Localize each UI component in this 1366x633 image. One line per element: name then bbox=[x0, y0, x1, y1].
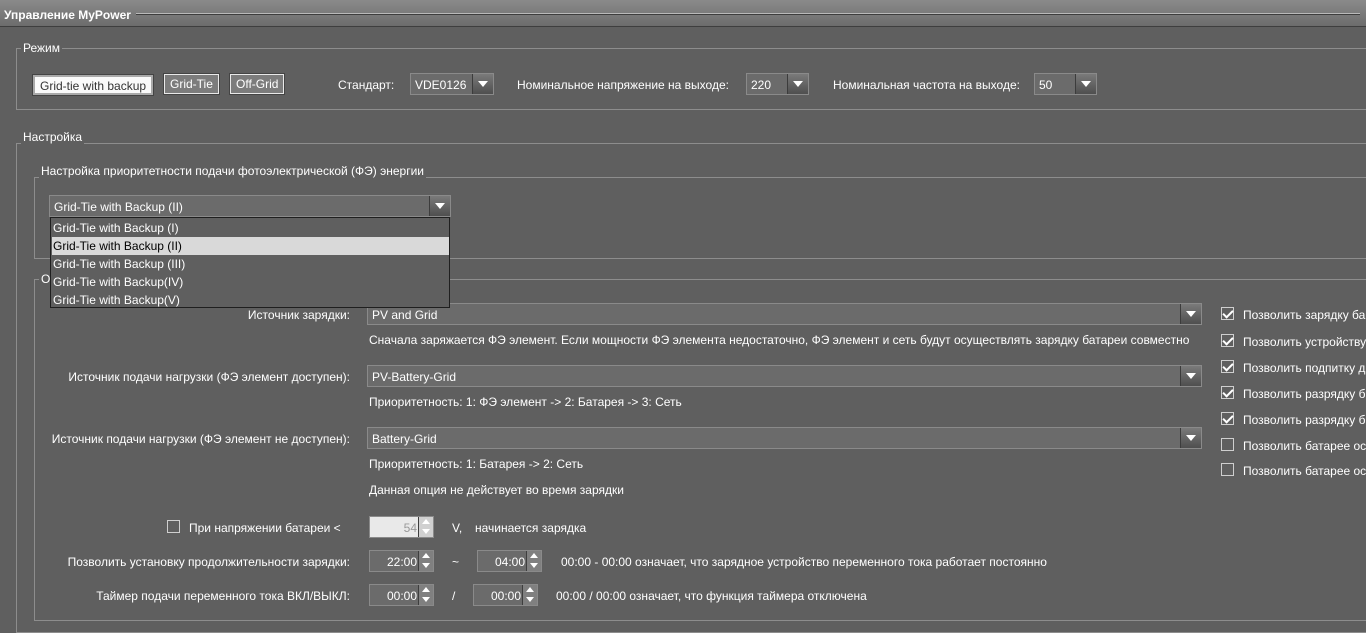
standard-label: Стандарт: bbox=[338, 78, 395, 92]
voltage-select[interactable]: 220 bbox=[746, 73, 809, 95]
load-nopv-note: Данная опция не действует во время заряд… bbox=[369, 483, 624, 497]
dropdown-option-selected[interactable]: Grid-Tie with Backup (II) bbox=[52, 237, 449, 255]
voltage-label: Номинальное напряжение на выходе: bbox=[517, 78, 729, 92]
frequency-label: Номинальная частота на выходе: bbox=[833, 78, 1020, 92]
option-checkbox-6[interactable] bbox=[1221, 438, 1234, 451]
chevron-down-icon[interactable] bbox=[1075, 74, 1096, 94]
priority-dropdown-list: Grid-Tie with Backup (I) Grid-Tie with B… bbox=[50, 217, 450, 308]
timer-from-value: 00:00 bbox=[386, 589, 417, 603]
chevron-down-icon[interactable] bbox=[787, 74, 808, 94]
titlebar-rule bbox=[136, 13, 1360, 15]
option-checkbox-4[interactable] bbox=[1221, 386, 1234, 399]
standard-select[interactable]: VDE0126 bbox=[410, 73, 494, 95]
option-checkbox-7[interactable] bbox=[1221, 463, 1234, 476]
option-checkbox-1[interactable] bbox=[1221, 307, 1234, 320]
load-pv-label: Источник подачи нагрузки (ФЭ элемент дос… bbox=[68, 370, 350, 384]
dropdown-option[interactable]: Grid-Tie with Backup (III) bbox=[52, 255, 449, 273]
battery-voltage-label: При напряжении батареи < bbox=[189, 521, 341, 535]
window-titlebar: Управление MyPower bbox=[0, 0, 1366, 27]
dropdown-option[interactable]: Grid-Tie with Backup (I) bbox=[52, 219, 449, 237]
chevron-down-icon[interactable] bbox=[472, 74, 493, 94]
spinner-arrows-icon[interactable] bbox=[418, 551, 433, 571]
voltage-value: 220 bbox=[751, 78, 772, 92]
battery-voltage-value: 54 bbox=[403, 521, 417, 535]
chevron-down-icon[interactable] bbox=[1180, 366, 1201, 386]
load-nopv-value: Battery-Grid bbox=[372, 432, 437, 446]
duration-label: Позволить установку продолжительности за… bbox=[67, 555, 350, 569]
timer-from-spinner[interactable]: 00:00 bbox=[369, 584, 434, 606]
standard-value: VDE0126 bbox=[415, 78, 467, 92]
priority-value: Grid-Tie with Backup (II) bbox=[54, 200, 183, 214]
option-label-1: Позволить зарядку ба bbox=[1243, 308, 1366, 322]
dropdown-option[interactable]: Grid-Tie with Backup(V) bbox=[52, 291, 449, 309]
load-nopv-desc: Приоритетность: 1: Батарея -> 2: Сеть bbox=[369, 457, 584, 471]
grid-tie-backup-button[interactable]: Grid-tie with backup bbox=[31, 74, 155, 96]
timer-separator: / bbox=[452, 589, 456, 603]
duration-from-spinner[interactable]: 22:00 bbox=[369, 550, 434, 572]
battery-voltage-checkbox[interactable] bbox=[167, 520, 180, 533]
spinner-arrows-icon[interactable] bbox=[526, 551, 541, 571]
settings-legend: Настройка bbox=[21, 130, 85, 144]
spinner-arrows-icon[interactable] bbox=[522, 585, 537, 605]
timer-label: Таймер подачи переменного тока ВКЛ/ВЫКЛ: bbox=[96, 589, 350, 603]
load-pv-select[interactable]: PV-Battery-Grid bbox=[367, 365, 1202, 387]
option-label-5: Позволить разрядку б bbox=[1243, 413, 1366, 427]
option-checkbox-5[interactable] bbox=[1221, 412, 1234, 425]
chevron-down-icon[interactable] bbox=[429, 196, 450, 216]
charge-source-label: Источник зарядки: bbox=[247, 308, 350, 322]
duration-to-spinner[interactable]: 04:00 bbox=[477, 550, 542, 572]
priority-select[interactable]: Grid-Tie with Backup (II) bbox=[49, 195, 451, 217]
option-checkbox-2[interactable] bbox=[1221, 334, 1234, 347]
load-nopv-select[interactable]: Battery-Grid bbox=[367, 427, 1202, 449]
priority-legend: Настройка приоритетности подачи фотоэлек… bbox=[39, 164, 426, 178]
spinner-arrows-icon[interactable] bbox=[418, 517, 433, 537]
charge-source-value: PV and Grid bbox=[372, 308, 438, 322]
dropdown-option[interactable]: Grid-Tie with Backup(IV) bbox=[52, 273, 449, 291]
window-title: Управление MyPower bbox=[4, 8, 131, 22]
duration-note: 00:00 - 00:00 означает, что зарядное уст… bbox=[561, 555, 1047, 569]
off-grid-button[interactable]: Off-Grid bbox=[228, 73, 286, 95]
charge-source-desc: Сначала заряжается ФЭ элемент. Если мощн… bbox=[369, 333, 1190, 347]
timer-to-value: 00:00 bbox=[490, 589, 521, 603]
battery-voltage-unit: V, bbox=[452, 521, 463, 535]
timer-note: 00:00 / 00:00 означает, что функция тайм… bbox=[556, 589, 867, 603]
load-nopv-label: Источник подачи нагрузки (ФЭ элемент не … bbox=[51, 432, 350, 446]
chevron-down-icon[interactable] bbox=[1180, 304, 1201, 324]
duration-from-value: 22:00 bbox=[386, 555, 417, 569]
option-label-3: Позволить подпитку д bbox=[1243, 361, 1366, 375]
mode-legend: Режим bbox=[21, 41, 62, 55]
battery-voltage-spinner[interactable]: 54 bbox=[369, 516, 434, 538]
load-pv-desc: Приоритетность: 1: ФЭ элемент -> 2: Бата… bbox=[369, 395, 682, 409]
spinner-arrows-icon[interactable] bbox=[418, 585, 433, 605]
timer-to-spinner[interactable]: 00:00 bbox=[473, 584, 538, 606]
chevron-down-icon[interactable] bbox=[1180, 428, 1201, 448]
option-label-4: Позволить разрядку б bbox=[1243, 387, 1366, 401]
load-pv-value: PV-Battery-Grid bbox=[372, 370, 457, 384]
frequency-value: 50 bbox=[1039, 78, 1053, 92]
frequency-select[interactable]: 50 bbox=[1034, 73, 1097, 95]
option-label-6: Позволить батарее ос bbox=[1243, 439, 1366, 453]
duration-to-value: 04:00 bbox=[494, 555, 525, 569]
duration-separator: ~ bbox=[452, 555, 460, 569]
charge-source-select[interactable]: PV and Grid bbox=[367, 303, 1202, 325]
option-label-7: Позволить батарее ос bbox=[1243, 464, 1366, 478]
grid-tie-button[interactable]: Grid-Tie bbox=[163, 73, 220, 95]
option-checkbox-3[interactable] bbox=[1221, 360, 1234, 373]
option-label-2: Позволить устройству bbox=[1243, 335, 1366, 349]
charge-group bbox=[34, 279, 1366, 621]
battery-voltage-suffix: начинается зарядка bbox=[475, 521, 587, 535]
